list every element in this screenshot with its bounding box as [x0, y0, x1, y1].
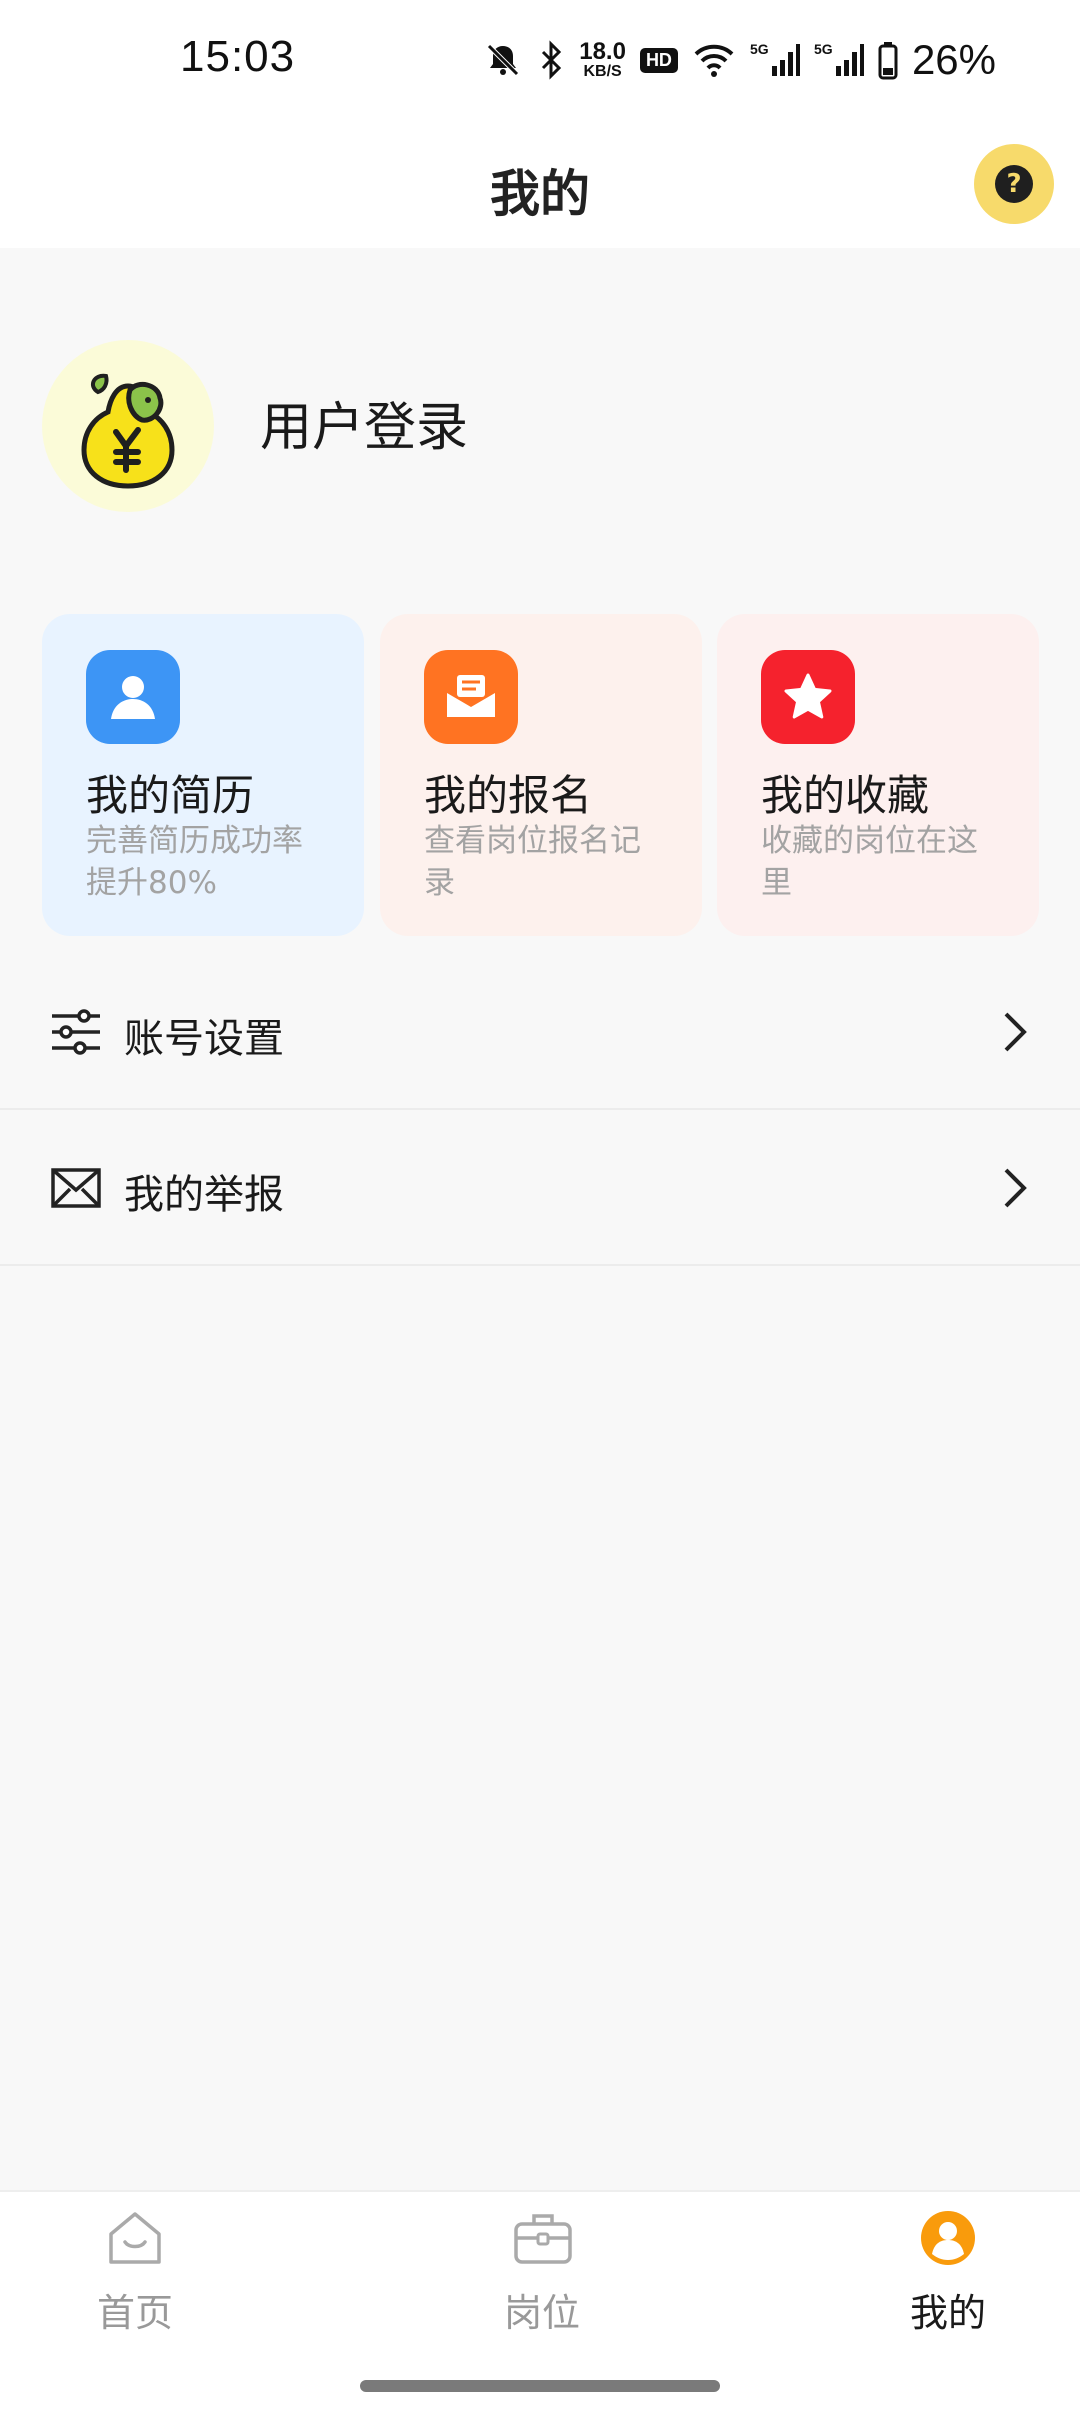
nav-home[interactable]: 首页	[35, 2192, 235, 2352]
battery-percent: 26%	[911, 36, 996, 83]
bottom-nav: 首页 岗位 我的	[0, 2190, 1080, 2412]
mute-bell-icon	[483, 40, 523, 80]
signal-5g-icon-1: 5G	[750, 40, 800, 80]
card-title: 我的简历	[86, 771, 255, 820]
home-icon	[107, 2210, 163, 2270]
menu-item-my-reports[interactable]: 我的举报	[0, 1110, 1080, 1266]
nav-jobs[interactable]: 岗位	[442, 2192, 642, 2352]
status-bar: 15:03 18.0 KB/S HD 5G 5G 26%	[0, 0, 1080, 124]
network-speed: 18.0 KB/S	[579, 38, 626, 80]
mail-open-icon	[424, 650, 518, 744]
card-desc: 完善简历成功率提升80%	[86, 823, 303, 901]
menu-item-label: 账号设置	[124, 1016, 284, 1062]
chevron-right-icon	[1002, 1166, 1028, 1214]
status-icons: 18.0 KB/S HD 5G 5G 26%	[483, 30, 996, 90]
pear-logo-icon	[81, 373, 175, 489]
card-desc: 收藏的岗位在这里	[761, 823, 978, 901]
card-title: 我的报名	[424, 771, 593, 820]
sliders-icon	[50, 1006, 102, 1062]
page-header: 我的 ?	[0, 124, 1080, 248]
person-icon	[86, 650, 180, 744]
chevron-right-icon	[1002, 1010, 1028, 1058]
card-title: 我的收藏	[761, 771, 930, 820]
envelope-icon	[50, 1162, 102, 1218]
page-title: 我的	[490, 165, 590, 223]
signal-5g-icon-2: 5G	[814, 40, 864, 80]
bluetooth-icon	[537, 40, 565, 80]
hd-badge: HD	[639, 47, 678, 73]
card-desc: 查看岗位报名记录	[424, 823, 641, 901]
menu-item-account-settings[interactable]: 账号设置	[0, 954, 1080, 1110]
status-time: 15:03	[180, 32, 296, 81]
nav-mine[interactable]: 我的	[848, 2192, 1048, 2352]
star-icon	[761, 650, 855, 744]
question-icon: ?	[995, 165, 1033, 203]
nav-label: 岗位	[503, 2291, 580, 2335]
nav-label: 首页	[96, 2291, 173, 2335]
svg-text:5G: 5G	[814, 41, 833, 57]
svg-text:5G: 5G	[750, 41, 769, 57]
login-link[interactable]: 用户登录	[260, 385, 468, 460]
favorites-card[interactable]: 我的收藏 收藏的岗位在这里	[717, 614, 1039, 936]
profile-icon	[920, 2210, 976, 2270]
briefcase-icon	[514, 2210, 572, 2270]
home-indicator	[360, 2380, 720, 2392]
menu-item-label: 我的举报	[124, 1172, 284, 1218]
battery-icon	[878, 40, 898, 80]
wifi-icon	[692, 40, 736, 80]
avatar[interactable]	[42, 340, 214, 512]
nav-label: 我的	[909, 2291, 986, 2335]
resume-card[interactable]: 我的简历 完善简历成功率提升80%	[42, 614, 364, 936]
signup-card[interactable]: 我的报名 查看岗位报名记录	[380, 614, 702, 936]
help-button[interactable]: ?	[974, 144, 1054, 224]
